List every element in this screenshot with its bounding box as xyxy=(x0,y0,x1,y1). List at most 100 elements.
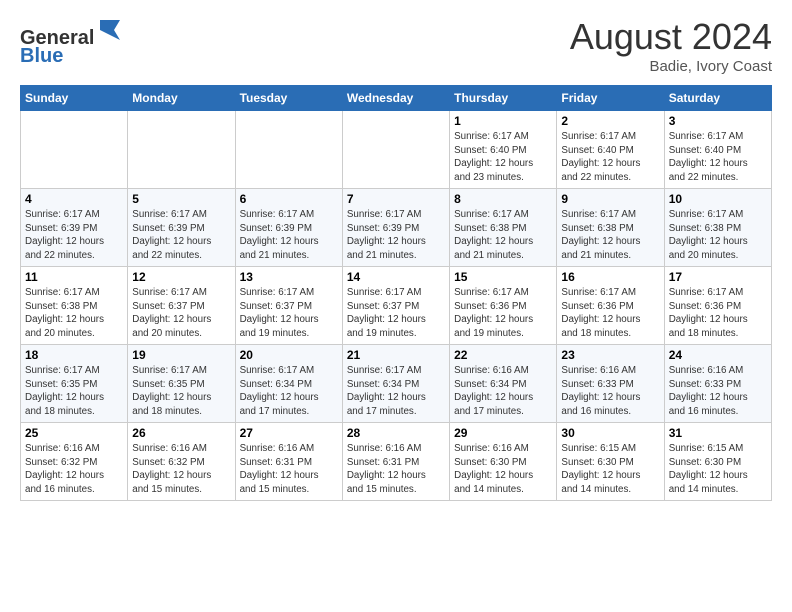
table-row: 24 Sunrise: 6:16 AMSunset: 6:33 PMDayligh… xyxy=(664,345,771,423)
day-info: Sunrise: 6:16 AMSunset: 6:33 PMDaylight:… xyxy=(561,364,659,419)
header-saturday: Saturday xyxy=(664,86,771,111)
day-number: 3 xyxy=(669,114,767,128)
logo-flag-icon xyxy=(96,16,124,44)
day-info: Sunrise: 6:16 AMSunset: 6:32 PMDaylight:… xyxy=(132,442,230,497)
day-info: Sunrise: 6:16 AMSunset: 6:30 PMDaylight:… xyxy=(454,442,552,497)
logo: General Blue xyxy=(20,16,124,68)
day-info: Sunrise: 6:17 AMSunset: 6:39 PMDaylight:… xyxy=(240,208,338,263)
table-row: 3Sunrise: 6:17 AMSunset: 6:40 PMDaylight… xyxy=(664,111,771,189)
table-row: 9 Sunrise: 6:17 AMSunset: 6:38 PMDaylight… xyxy=(557,189,664,267)
table-row: 4Sunrise: 6:17 AMSunset: 6:39 PMDaylight… xyxy=(21,189,128,267)
day-info: Sunrise: 6:17 AMSunset: 6:38 PMDaylight:… xyxy=(669,208,767,263)
day-number: 13 xyxy=(240,270,338,284)
location-subtitle: Badie, Ivory Coast xyxy=(570,58,772,75)
day-info: Sunrise: 6:17 AMSunset: 6:38 PMDaylight:… xyxy=(454,208,552,263)
month-title: August 2024 xyxy=(570,16,772,58)
title-block: August 2024 Badie, Ivory Coast xyxy=(570,16,772,75)
day-info: Sunrise: 6:17 AMSunset: 6:38 PMDaylight:… xyxy=(561,208,659,263)
day-number: 29 xyxy=(454,426,552,440)
day-number: 22 xyxy=(454,348,552,362)
day-number: 6 xyxy=(240,192,338,206)
day-info: Sunrise: 6:16 AMSunset: 6:33 PMDaylight:… xyxy=(669,364,767,419)
day-info: Sunrise: 6:17 AMSunset: 6:34 PMDaylight:… xyxy=(240,364,338,419)
day-number: 17 xyxy=(669,270,767,284)
day-info: Sunrise: 6:17 AMSunset: 6:38 PMDaylight:… xyxy=(25,286,123,341)
table-row: 2 Sunrise: 6:17 AMSunset: 6:40 PMDaylight… xyxy=(557,111,664,189)
day-number: 9 xyxy=(561,192,659,206)
day-number: 26 xyxy=(132,426,230,440)
day-info: Sunrise: 6:15 AMSunset: 6:30 PMDaylight:… xyxy=(561,442,659,497)
weekday-header-row: Sunday Monday Tuesday Wednesday Thursday… xyxy=(21,86,772,111)
day-number: 20 xyxy=(240,348,338,362)
day-number: 27 xyxy=(240,426,338,440)
table-row: 17Sunrise: 6:17 AMSunset: 6:36 PMDayligh… xyxy=(664,267,771,345)
table-row: 28 Sunrise: 6:16 AMSunset: 6:31 PMDayligh… xyxy=(342,423,449,501)
week-row-5: 25Sunrise: 6:16 AMSunset: 6:32 PMDayligh… xyxy=(21,423,772,501)
day-number: 4 xyxy=(25,192,123,206)
day-number: 15 xyxy=(454,270,552,284)
header-monday: Monday xyxy=(128,86,235,111)
day-number: 18 xyxy=(25,348,123,362)
day-number: 21 xyxy=(347,348,445,362)
table-row: 11 Sunrise: 6:17 AMSunset: 6:38 PMDayligh… xyxy=(21,267,128,345)
day-number: 19 xyxy=(132,348,230,362)
day-info: Sunrise: 6:17 AMSunset: 6:37 PMDaylight:… xyxy=(240,286,338,341)
table-row xyxy=(128,111,235,189)
day-number: 11 xyxy=(25,270,123,284)
table-row: 15 Sunrise: 6:17 AMSunset: 6:36 PMDayligh… xyxy=(450,267,557,345)
table-row: 13 Sunrise: 6:17 AMSunset: 6:37 PMDayligh… xyxy=(235,267,342,345)
day-number: 12 xyxy=(132,270,230,284)
day-info: Sunrise: 6:17 AMSunset: 6:37 PMDaylight:… xyxy=(347,286,445,341)
day-info: Sunrise: 6:17 AMSunset: 6:35 PMDaylight:… xyxy=(132,364,230,419)
table-row: 25Sunrise: 6:16 AMSunset: 6:32 PMDayligh… xyxy=(21,423,128,501)
table-row: 23Sunrise: 6:16 AMSunset: 6:33 PMDayligh… xyxy=(557,345,664,423)
day-number: 2 xyxy=(561,114,659,128)
table-row xyxy=(21,111,128,189)
calendar-table: Sunday Monday Tuesday Wednesday Thursday… xyxy=(20,85,772,501)
day-info: Sunrise: 6:17 AMSunset: 6:39 PMDaylight:… xyxy=(132,208,230,263)
table-row: 1 Sunrise: 6:17 AMSunset: 6:40 PMDaylight… xyxy=(450,111,557,189)
header-wednesday: Wednesday xyxy=(342,86,449,111)
table-row: 20 Sunrise: 6:17 AMSunset: 6:34 PMDayligh… xyxy=(235,345,342,423)
table-row: 22 Sunrise: 6:16 AMSunset: 6:34 PMDayligh… xyxy=(450,345,557,423)
table-row: 21 Sunrise: 6:17 AMSunset: 6:34 PMDayligh… xyxy=(342,345,449,423)
day-number: 31 xyxy=(669,426,767,440)
day-number: 8 xyxy=(454,192,552,206)
day-info: Sunrise: 6:17 AMSunset: 6:40 PMDaylight:… xyxy=(454,130,552,185)
table-row: 14 Sunrise: 6:17 AMSunset: 6:37 PMDayligh… xyxy=(342,267,449,345)
week-row-1: 1 Sunrise: 6:17 AMSunset: 6:40 PMDaylight… xyxy=(21,111,772,189)
day-info: Sunrise: 6:17 AMSunset: 6:34 PMDaylight:… xyxy=(347,364,445,419)
day-info: Sunrise: 6:17 AMSunset: 6:37 PMDaylight:… xyxy=(132,286,230,341)
table-row: 10 Sunrise: 6:17 AMSunset: 6:38 PMDayligh… xyxy=(664,189,771,267)
day-info: Sunrise: 6:16 AMSunset: 6:31 PMDaylight:… xyxy=(240,442,338,497)
table-row: 29 Sunrise: 6:16 AMSunset: 6:30 PMDayligh… xyxy=(450,423,557,501)
table-row: 16Sunrise: 6:17 AMSunset: 6:36 PMDayligh… xyxy=(557,267,664,345)
week-row-2: 4 Sunrise: 6:17 AMSunset: 6:39 PMDaylight… xyxy=(21,189,772,267)
week-row-4: 18 Sunrise: 6:17 AMSunset: 6:35 PMDayligh… xyxy=(21,345,772,423)
table-row: 7Sunrise: 6:17 AMSunset: 6:39 PMDaylight… xyxy=(342,189,449,267)
day-number: 1 xyxy=(454,114,552,128)
day-number: 24 xyxy=(669,348,767,362)
day-info: Sunrise: 6:16 AMSunset: 6:34 PMDaylight:… xyxy=(454,364,552,419)
table-row xyxy=(235,111,342,189)
day-info: Sunrise: 6:16 AMSunset: 6:32 PMDaylight:… xyxy=(25,442,123,497)
day-info: Sunrise: 6:17 AMSunset: 6:39 PMDaylight:… xyxy=(347,208,445,263)
day-number: 28 xyxy=(347,426,445,440)
table-row: 30Sunrise: 6:15 AMSunset: 6:30 PMDayligh… xyxy=(557,423,664,501)
day-info: Sunrise: 6:17 AMSunset: 6:40 PMDaylight:… xyxy=(561,130,659,185)
day-info: Sunrise: 6:16 AMSunset: 6:31 PMDaylight:… xyxy=(347,442,445,497)
table-row: 12 Sunrise: 6:17 AMSunset: 6:37 PMDayligh… xyxy=(128,267,235,345)
table-row: 8 Sunrise: 6:17 AMSunset: 6:38 PMDaylight… xyxy=(450,189,557,267)
table-row: 31 Sunrise: 6:15 AMSunset: 6:30 PMDayligh… xyxy=(664,423,771,501)
table-row: 5Sunrise: 6:17 AMSunset: 6:39 PMDaylight… xyxy=(128,189,235,267)
day-info: Sunrise: 6:17 AMSunset: 6:36 PMDaylight:… xyxy=(454,286,552,341)
day-number: 10 xyxy=(669,192,767,206)
table-row: 6 Sunrise: 6:17 AMSunset: 6:39 PMDaylight… xyxy=(235,189,342,267)
day-number: 14 xyxy=(347,270,445,284)
header-tuesday: Tuesday xyxy=(235,86,342,111)
header: General Blue August 2024 Badie, Ivory Co… xyxy=(20,16,772,75)
header-sunday: Sunday xyxy=(21,86,128,111)
day-info: Sunrise: 6:15 AMSunset: 6:30 PMDaylight:… xyxy=(669,442,767,497)
day-number: 16 xyxy=(561,270,659,284)
week-row-3: 11 Sunrise: 6:17 AMSunset: 6:38 PMDayligh… xyxy=(21,267,772,345)
